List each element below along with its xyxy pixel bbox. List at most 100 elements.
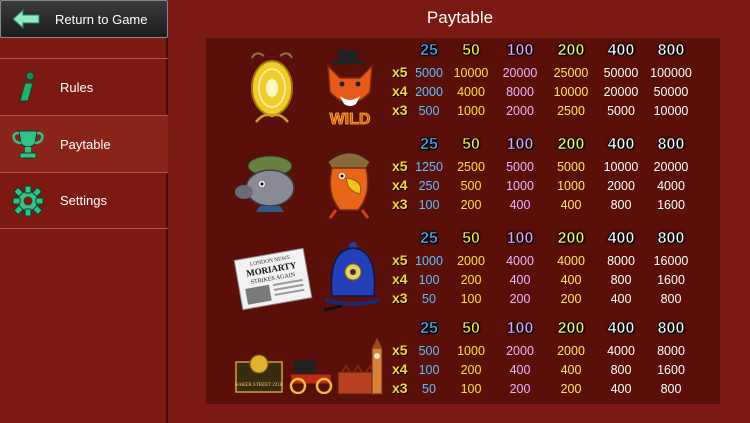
payout-value: 5000 <box>607 104 635 118</box>
payout-value: 800 <box>610 273 632 287</box>
bet-header: 200 <box>557 320 585 338</box>
bet-header: 25 <box>420 136 438 154</box>
payout-value: 800 <box>660 292 682 306</box>
payout-value: 200 <box>460 198 482 212</box>
payout-value: 1600 <box>657 363 685 377</box>
bet-header: 800 <box>657 230 685 248</box>
bet-header: 400 <box>607 136 635 154</box>
gear-icon <box>10 183 46 219</box>
bet-header: 50 <box>462 136 480 154</box>
payout-value: 4000 <box>506 254 534 268</box>
vintage-car-icon <box>289 360 333 394</box>
payout-value: 800 <box>610 363 632 377</box>
big-ben-icon <box>337 338 383 395</box>
symbol-group: WILD <box>226 44 386 128</box>
wild-label: WILD <box>330 111 371 128</box>
bet-header: 200 <box>557 42 585 60</box>
payout-value: 400 <box>560 198 582 212</box>
paytable-panel: WILD 25 50 100 200 400 800 x5 5000 10000 20000 250… <box>206 38 720 404</box>
payout-value: 800 <box>610 198 632 212</box>
payout-value: 4000 <box>557 254 585 268</box>
bet-header: 400 <box>607 42 635 60</box>
symbol-group <box>226 138 386 219</box>
bet-header: 100 <box>506 136 534 154</box>
plaque-text: BAKER STREET 221B <box>235 383 284 388</box>
payout-value: 4000 <box>607 344 635 358</box>
payout-value: 5000 <box>506 160 534 174</box>
bet-header: 400 <box>607 230 635 248</box>
symbol-group: BAKER STREET 221B <box>226 322 386 402</box>
payout-value: 200 <box>460 363 482 377</box>
payout-value: 8000 <box>506 85 534 99</box>
payout-value: 20000 <box>603 85 639 99</box>
payout-value: 200 <box>460 273 482 287</box>
payout-value: 1000 <box>506 179 534 193</box>
bet-header: 800 <box>657 136 685 154</box>
bet-header: 400 <box>607 320 635 338</box>
payout-value: 5000 <box>557 160 585 174</box>
menu-label-paytable: Paytable <box>60 136 111 152</box>
payout-value: 200 <box>560 292 582 306</box>
payout-value: 2000 <box>457 254 485 268</box>
bet-header: 800 <box>657 42 685 60</box>
info-icon <box>10 69 46 105</box>
menu-item-rules[interactable]: Rules <box>0 58 168 115</box>
paytable-row: LONDON NEWS MORIARTY STRIKES AGAIN 25 50 1… <box>206 228 720 316</box>
payout-value: 1000 <box>457 104 485 118</box>
sidebar: Return to Game Rules Paytable Settings <box>0 0 168 423</box>
back-arrow-icon <box>12 8 40 30</box>
menu-label-rules: Rules <box>60 79 94 95</box>
bet-header: 800 <box>657 320 685 338</box>
payout-value: 4000 <box>657 179 685 193</box>
newspaper-icon: LONDON NEWS MORIARTY STRIKES AGAIN <box>233 247 313 311</box>
payout-value: 400 <box>509 363 531 377</box>
paytable-row: WILD 25 50 100 200 400 800 x5 5000 10000 20000 250… <box>206 40 720 128</box>
menu-label-settings: Settings <box>60 193 107 208</box>
payout-value: 2500 <box>557 104 585 118</box>
payout-value: 100 <box>460 292 482 306</box>
symbol-group: LONDON NEWS MORIARTY STRIKES AGAIN <box>226 232 386 312</box>
payout-value: 400 <box>560 363 582 377</box>
bet-header: 200 <box>557 136 585 154</box>
bet-header: 25 <box>420 320 438 338</box>
return-to-game-button[interactable]: Return to Game <box>0 0 168 38</box>
payout-value: 10000 <box>603 160 639 174</box>
bet-header: 25 <box>420 230 438 248</box>
menu-item-paytable[interactable]: Paytable <box>0 115 168 172</box>
payout-value: 1600 <box>657 198 685 212</box>
police-helmet-icon <box>323 242 380 312</box>
payout-value: 16000 <box>653 254 689 268</box>
payout-value: 2500 <box>457 160 485 174</box>
payout-value: 1000 <box>457 344 485 358</box>
payout-value: 400 <box>509 273 531 287</box>
menu-item-settings[interactable]: Settings <box>0 172 168 229</box>
baker-street-plaque-icon: BAKER STREET 221B <box>235 354 284 393</box>
fox-wild-icon: WILD <box>327 50 373 128</box>
page-title: Paytable <box>426 8 494 27</box>
payout-value: 100000 <box>650 66 692 80</box>
payout-value: 400 <box>509 198 531 212</box>
payout-value: 4000 <box>457 85 485 99</box>
payout-value: 2000 <box>557 344 585 358</box>
bet-header: 100 <box>506 230 534 248</box>
payout-value: 10000 <box>653 104 689 118</box>
return-to-game-label: Return to Game <box>55 11 148 27</box>
bet-header: 50 <box>462 42 480 60</box>
payout-value: 100 <box>460 382 482 396</box>
payout-value: 400 <box>560 273 582 287</box>
payout-value: 2000 <box>506 344 534 358</box>
payout-value: 25000 <box>553 66 589 80</box>
payout-value: 500 <box>460 179 482 193</box>
payout-value: 10000 <box>453 66 489 80</box>
payout-value: 200 <box>509 292 531 306</box>
payout-value: 1600 <box>657 273 685 287</box>
bet-header: 50 <box>462 230 480 248</box>
paytable-row: BAKER STREET 221B 25 50 100 200 400 800 x5 500 1… <box>206 318 720 406</box>
payout-value: 400 <box>610 292 632 306</box>
bet-header: 100 <box>506 42 534 60</box>
bet-header: 50 <box>462 320 480 338</box>
payout-value: 20000 <box>502 66 538 80</box>
payout-value: 400 <box>610 382 632 396</box>
payout-value: 8000 <box>607 254 635 268</box>
payout-value: 1000 <box>557 179 585 193</box>
